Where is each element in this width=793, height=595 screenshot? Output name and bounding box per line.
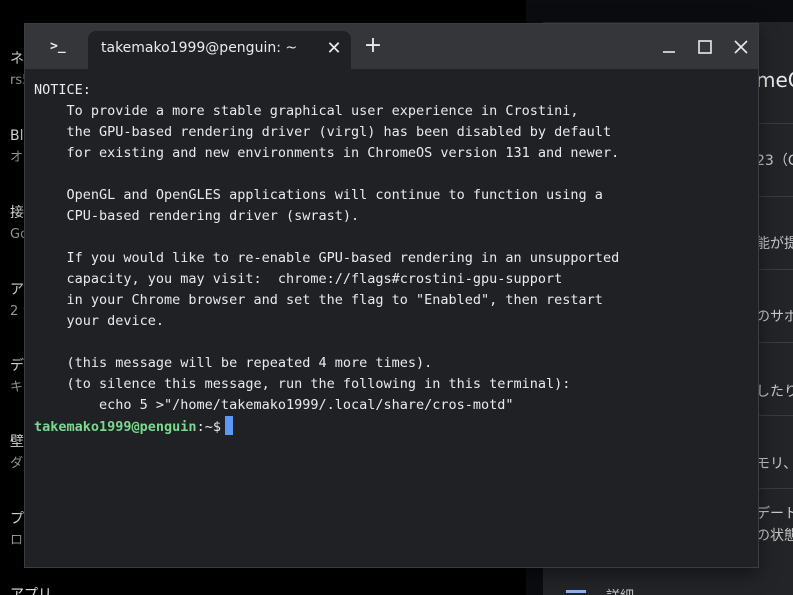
row-divider [756,123,793,124]
terminal-prompt-line[interactable]: takemako1999@penguin:~$ [34,416,758,437]
terminal-line: for existing and new environments in Chr… [34,145,620,161]
tab-terminal[interactable]: takemako1999@penguin: ~ ✕ [88,31,351,69]
terminal-line: in your Chrome browser and set the flag … [34,292,603,308]
terminal-line: (to silence this message, run the follow… [34,376,571,392]
terminal-line: your device. [34,313,165,329]
terminal-line: If you would like to re-enable GPU-based… [34,250,620,266]
sidebar-item-title: アプリ [10,587,50,595]
terminal-line: capacity, you may visit: chrome://flags#… [34,271,563,287]
row-divider [756,269,793,270]
minimize-icon[interactable] [659,37,679,57]
about-row[interactable]: のサポ [756,306,793,326]
tab-title: takemako1999@penguin: ~ [101,40,298,56]
text-cursor [224,416,233,435]
about-heading: meO [756,68,793,92]
terminal-window: >_ takemako1999@penguin: ~ ✕ + NOTICE: T… [25,24,758,567]
terminal-line: CPU-based rendering driver (swrast). [34,208,360,224]
close-tab-icon[interactable]: ✕ [325,40,343,58]
terminal-titlebar[interactable]: >_ takemako1999@penguin: ~ ✕ + [25,24,758,69]
details-label[interactable]: 詳細 [606,586,634,595]
maximize-icon[interactable] [695,37,715,57]
terminal-line: OpenGL and OpenGLES applications will co… [34,187,603,203]
close-window-icon[interactable] [731,37,751,57]
terminal-line: NOTICE: [34,82,91,98]
desktop: ネrs5Bluオ接Goア2 台デキ壁ダプロアプリ meO 23（C能が提のサポし… [0,0,793,595]
about-row[interactable]: 能が提 [756,233,793,253]
row-divider [756,196,793,197]
row-divider [756,488,793,489]
new-tab-button[interactable]: + [362,35,384,57]
terminal-line: To provide a more stable graphical user … [34,103,579,119]
about-row[interactable]: の状態 [756,525,793,545]
about-row[interactable]: したり [756,381,793,401]
details-icon [566,590,586,593]
prompt-path: :~$ [196,419,221,435]
terminal-line: (this message will be repeated 4 more ti… [34,355,433,371]
sidebar-item[interactable]: アプリ [10,586,50,595]
about-row[interactable]: 23（C [756,150,793,170]
prompt-user-host: takemako1999@penguin [34,419,197,435]
terminal-line: the GPU-based rendering driver (virgl) h… [34,124,612,140]
row-divider [756,415,793,416]
row-divider [756,342,793,343]
about-row[interactable]: デート [756,503,793,523]
terminal-prompt-icon[interactable]: >_ [50,37,72,57]
terminal-line: echo 5 >"/home/takemako1999/.local/share… [34,397,514,413]
about-row[interactable]: モリ、 [756,453,793,473]
terminal-output[interactable]: NOTICE: To provide a more stable graphic… [34,80,758,567]
